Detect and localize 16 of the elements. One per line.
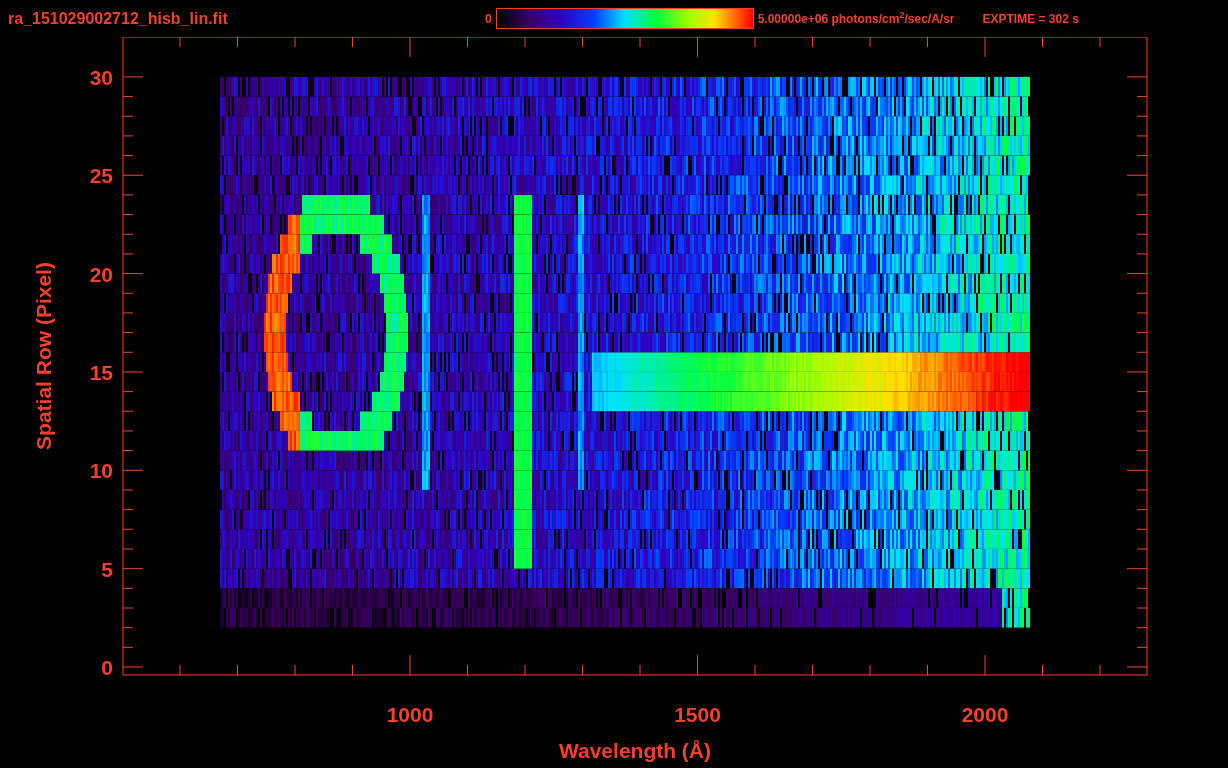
x-tick-label: 2000 <box>961 703 1009 726</box>
y-tick-label: 5 <box>101 557 113 581</box>
x-axis-title: Wavelength (Å) <box>558 739 712 762</box>
y-axis-title: Spatial Row (Pixel) <box>32 262 55 450</box>
y-tick-label: 10 <box>89 459 113 483</box>
x-tick-label: 1500 <box>674 703 721 726</box>
exposure-time: EXPTIME = 302 s <box>982 10 1079 28</box>
x-tick-label: 1000 <box>386 703 434 726</box>
y-tick-label: 0 <box>101 656 113 679</box>
colorbar-max-label: 5.00000e+06 photons/cm$^{2}$/sec/A/sr <box>757 9 955 28</box>
file-title: ra_151029002712_hisb_lin.fit <box>8 8 229 29</box>
y-tick-label: 25 <box>89 164 113 188</box>
y-tick-label: 20 <box>89 262 113 286</box>
y-tick-label: 30 <box>89 65 113 89</box>
colorbar-min-label: 0 <box>485 10 492 28</box>
y-tick-label: 15 <box>89 360 113 384</box>
